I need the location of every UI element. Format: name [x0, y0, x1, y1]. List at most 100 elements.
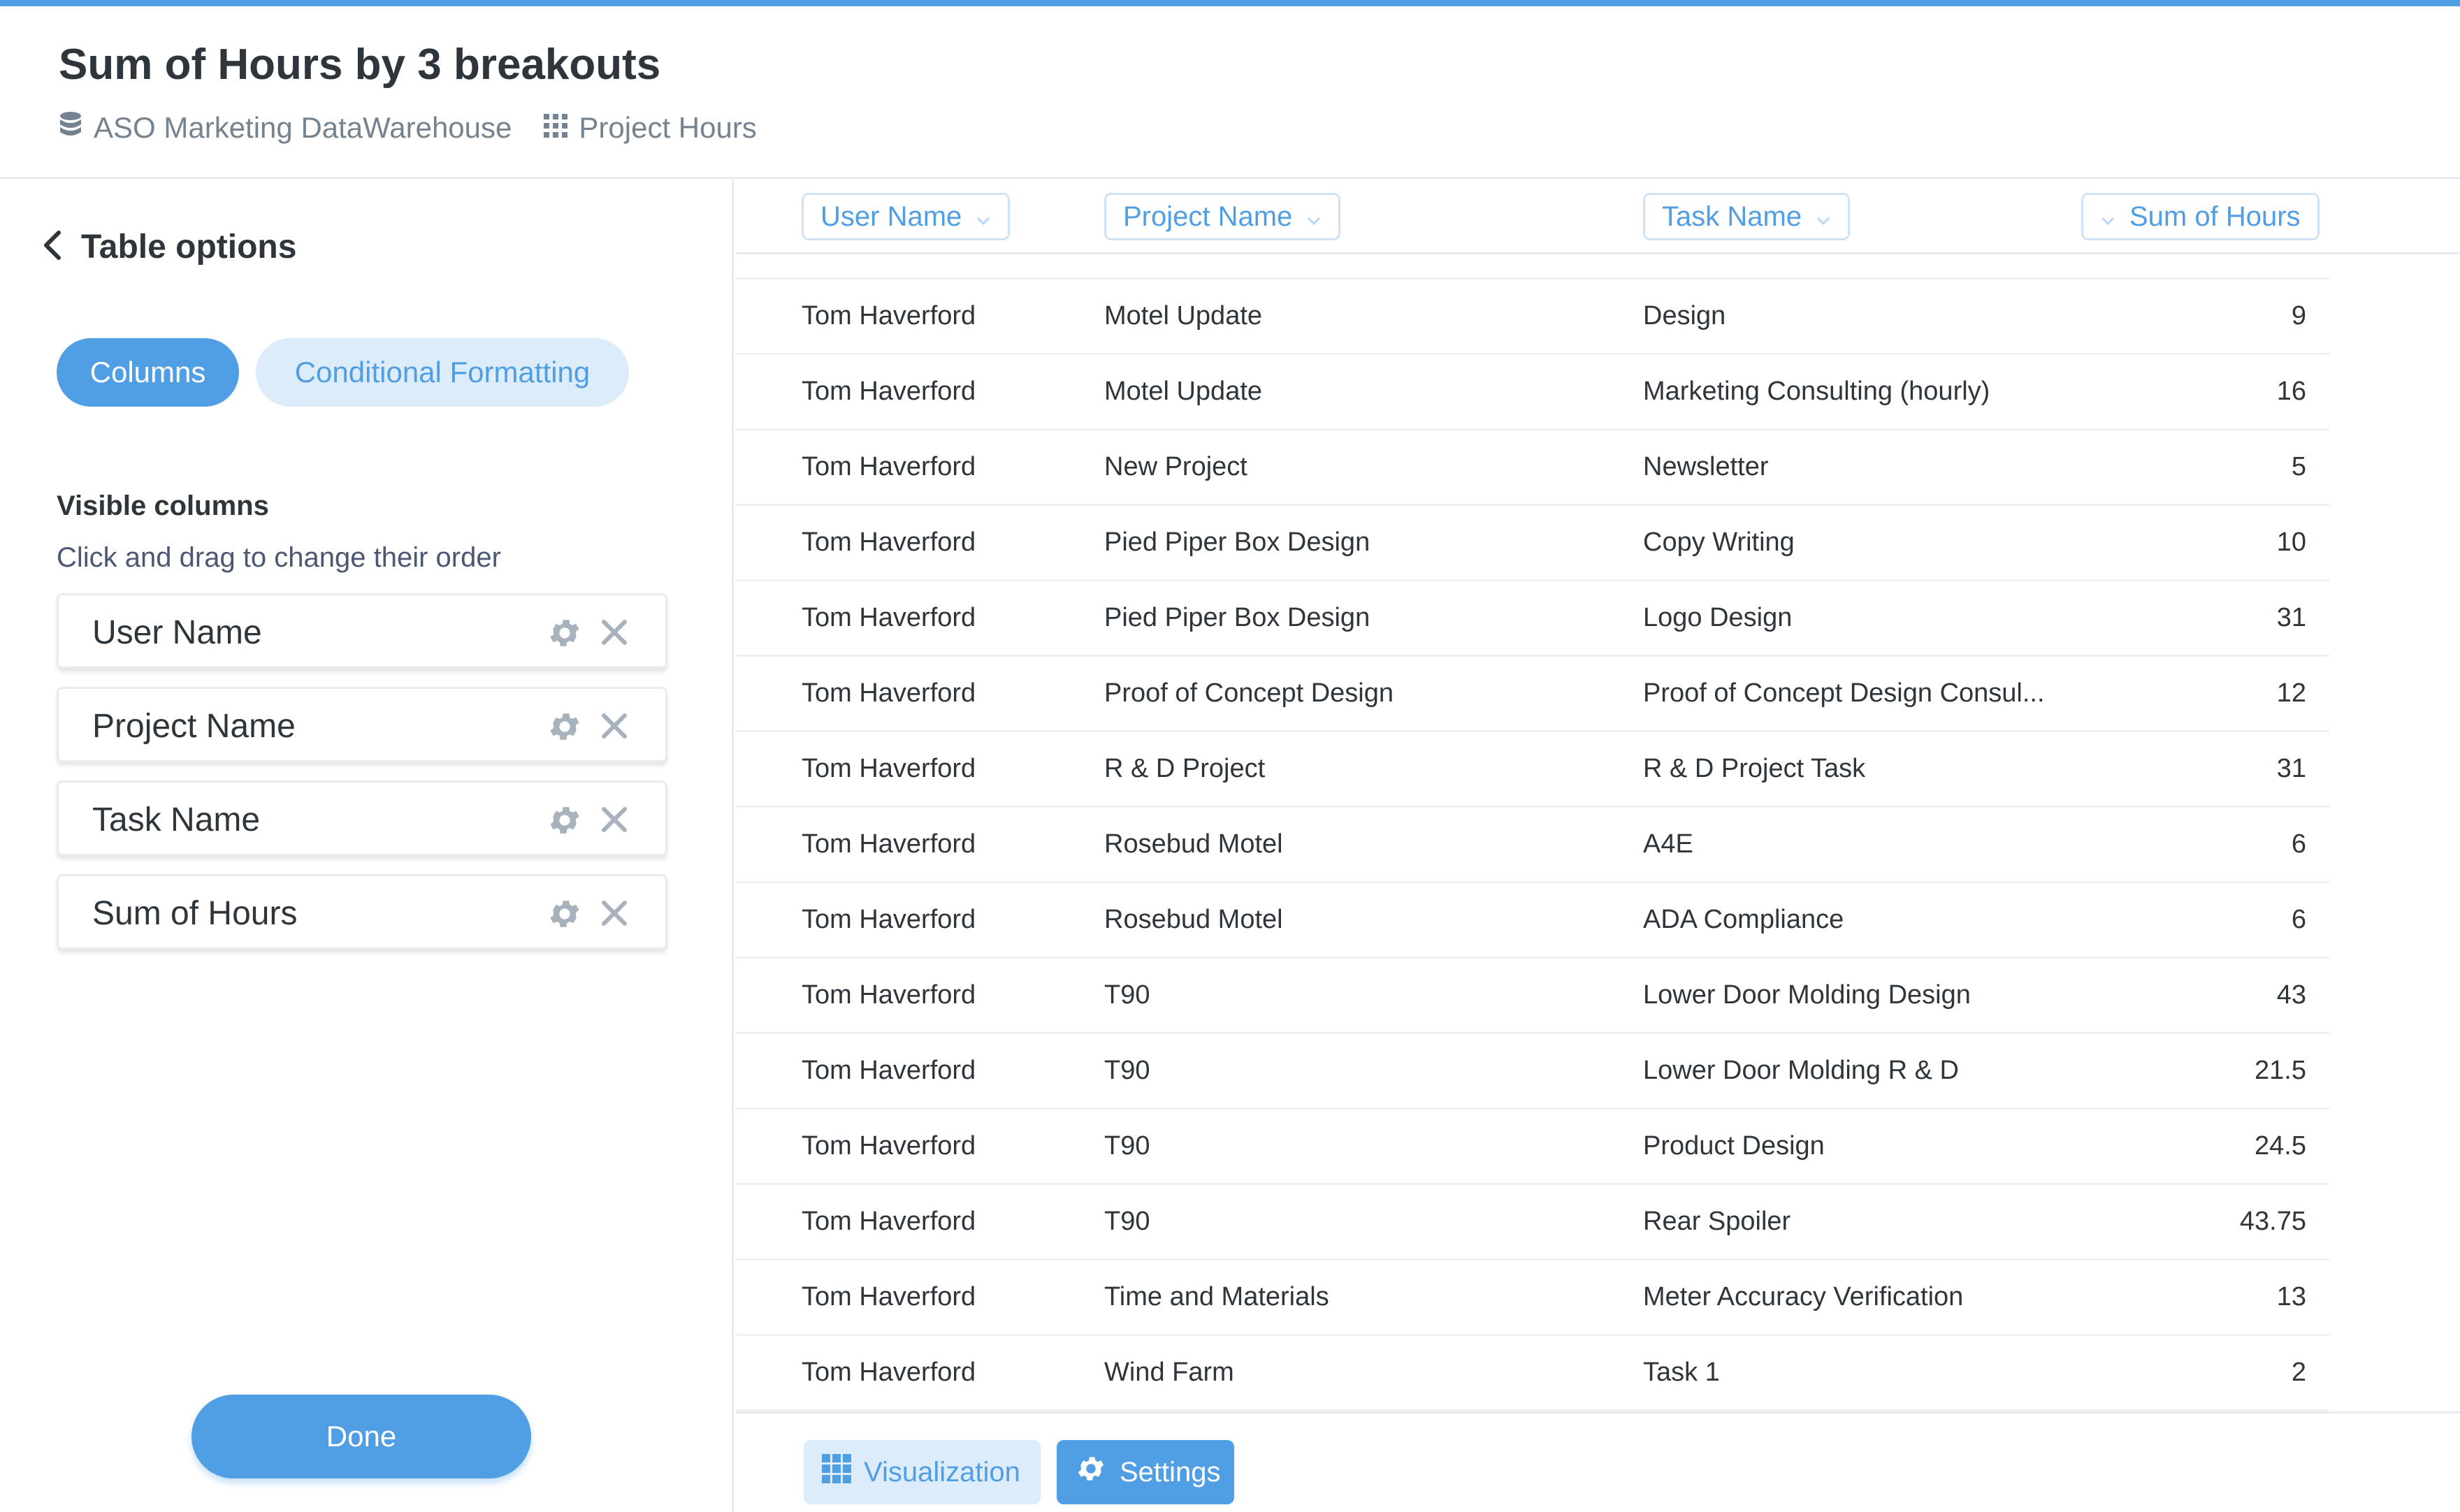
cell-task-name[interactable]: Rear Spoiler — [1643, 1185, 1790, 1258]
gear-icon[interactable] — [547, 615, 583, 655]
cell-user-name[interactable]: Tom Haverford — [802, 1260, 976, 1334]
column-header-user-name[interactable]: User Name — [802, 193, 1011, 240]
cell-task-name[interactable]: Newsletter — [1643, 430, 1769, 504]
cell-project-name[interactable]: New Project — [1104, 430, 1247, 504]
cell-task-name[interactable]: Lower Door Molding Design — [1643, 959, 1971, 1032]
cell-sum-of-hours[interactable]: 31 — [2277, 581, 2306, 655]
cell-sum-of-hours[interactable]: 16 — [2277, 355, 2306, 428]
cell-project-name[interactable]: Motel Update — [1104, 355, 1262, 428]
gear-icon[interactable] — [547, 896, 583, 936]
column-card-project-name[interactable]: Project Name — [57, 687, 667, 762]
cell-user-name[interactable]: Tom Haverford — [802, 1336, 976, 1409]
cell-task-name[interactable]: Task 1 — [1643, 1336, 1720, 1409]
cell-task-name[interactable]: Marketing Consulting (hourly) — [1643, 355, 1990, 428]
cell-sum-of-hours[interactable]: 21.5 — [2255, 1034, 2306, 1107]
cell-task-name[interactable]: Proof of Concept Design Consul... — [1643, 657, 2045, 730]
cell-project-name[interactable]: Pied Piper Box Design — [1104, 581, 1370, 655]
cell-sum-of-hours[interactable]: 43 — [2277, 959, 2306, 1032]
cell-task-name[interactable]: R & D Project Task — [1643, 732, 1865, 806]
breadcrumb-table[interactable]: Project Hours — [544, 111, 757, 145]
breadcrumb-table-label: Project Hours — [579, 111, 757, 144]
cell-sum-of-hours[interactable]: 24.5 — [2255, 1110, 2306, 1183]
table-row: Tom Haverford Proof of Concept Design Proo… — [736, 657, 2329, 732]
breadcrumb-database[interactable]: ASO Marketing DataWarehouse — [59, 111, 512, 145]
cell-task-name[interactable]: Logo Design — [1643, 581, 1792, 655]
table-row: Tom Haverford Wind Farm Task 1 2 — [736, 1336, 2329, 1411]
tab-conditional-formatting[interactable]: Conditional Formatting — [256, 338, 629, 407]
cell-task-name[interactable]: ADA Compliance — [1643, 883, 1844, 957]
cell-user-name[interactable]: Tom Haverford — [802, 506, 976, 579]
cell-user-name[interactable]: Tom Haverford — [802, 1034, 976, 1107]
cell-sum-of-hours[interactable]: 43.75 — [2240, 1185, 2306, 1258]
cell-sum-of-hours[interactable]: 6 — [2292, 808, 2306, 881]
cell-project-name[interactable]: T90 — [1104, 959, 1150, 1032]
cell-user-name[interactable]: Tom Haverford — [802, 883, 976, 957]
cell-user-name[interactable]: Tom Haverford — [802, 657, 976, 730]
column-card-task-name[interactable]: Task Name — [57, 780, 667, 856]
cell-user-name[interactable]: Tom Haverford — [802, 279, 976, 353]
cell-task-name[interactable]: Product Design — [1643, 1110, 1825, 1183]
breadcrumb-database-label: ASO Marketing DataWarehouse — [94, 111, 512, 144]
cell-user-name[interactable]: Tom Haverford — [802, 732, 976, 806]
cell-user-name[interactable]: Tom Haverford — [802, 808, 976, 881]
cell-project-name[interactable]: Wind Farm — [1104, 1336, 1234, 1409]
cell-sum-of-hours[interactable]: 31 — [2277, 732, 2306, 806]
done-button[interactable]: Done — [191, 1395, 531, 1478]
column-header-project-name[interactable]: Project Name — [1104, 193, 1341, 240]
back-button[interactable]: Table options — [42, 228, 296, 266]
cell-project-name[interactable]: T90 — [1104, 1110, 1150, 1183]
cell-sum-of-hours[interactable]: 5 — [2292, 430, 2306, 504]
cell-project-name[interactable]: Rosebud Motel — [1104, 883, 1283, 957]
cell-task-name[interactable]: Meter Accuracy Verification — [1643, 1260, 1963, 1334]
column-card-sum-of-hours[interactable]: Sum of Hours — [57, 874, 667, 950]
cell-task-name[interactable]: Lower Door Molding R & D — [1643, 1034, 1959, 1107]
page-header: Sum of Hours by 3 breakouts ASO Marketin… — [0, 6, 2460, 179]
settings-button[interactable]: Settings — [1057, 1440, 1234, 1504]
column-card-label: Task Name — [92, 801, 261, 838]
cell-user-name[interactable]: Tom Haverford — [802, 1185, 976, 1258]
table-row: Tom Haverford Pied Piper Box Design Logo D… — [736, 581, 2329, 657]
close-icon[interactable] — [600, 899, 629, 931]
column-header-sum-of-hours[interactable]: Sum of Hours — [2081, 193, 2320, 240]
gear-icon[interactable] — [547, 708, 583, 748]
cell-project-name[interactable]: Time and Materials — [1104, 1260, 1329, 1334]
cell-sum-of-hours[interactable]: 10 — [2277, 506, 2306, 579]
cell-project-name[interactable]: Proof of Concept Design — [1104, 657, 1394, 730]
column-card-label: Sum of Hours — [92, 895, 298, 932]
cell-project-name[interactable]: T90 — [1104, 1185, 1150, 1258]
cell-project-name[interactable]: R & D Project — [1104, 732, 1265, 806]
table-row: Tom Haverford Rosebud Motel A4E 6 — [736, 808, 2329, 883]
chevron-left-icon — [42, 230, 62, 264]
close-icon[interactable] — [600, 805, 629, 838]
tab-columns[interactable]: Columns — [57, 338, 239, 407]
gear-icon — [1075, 1453, 1120, 1492]
cell-project-name[interactable]: Pied Piper Box Design — [1104, 506, 1370, 579]
visualization-button[interactable]: Visualization — [804, 1440, 1041, 1504]
cell-user-name[interactable]: Tom Haverford — [802, 1110, 976, 1183]
cell-project-name[interactable]: Motel Update — [1104, 279, 1262, 353]
column-card-user-name[interactable]: User Name — [57, 593, 667, 669]
cell-task-name[interactable]: A4E — [1643, 808, 1693, 881]
column-header-task-name[interactable]: Task Name — [1643, 193, 1851, 240]
grid-icon — [822, 1454, 864, 1490]
cell-sum-of-hours[interactable]: 2 — [2292, 1336, 2306, 1409]
cell-sum-of-hours[interactable]: 13 — [2277, 1260, 2306, 1334]
cell-sum-of-hours[interactable]: 6 — [2292, 883, 2306, 957]
column-card-label: Project Name — [92, 708, 296, 745]
close-icon[interactable] — [600, 618, 629, 650]
cell-user-name[interactable]: Tom Haverford — [802, 355, 976, 428]
table-row: Tom Haverford T90 Product Design 24.5 — [736, 1110, 2329, 1185]
cell-sum-of-hours[interactable]: 9 — [2292, 279, 2306, 353]
cell-sum-of-hours[interactable]: 12 — [2277, 657, 2306, 730]
gear-icon[interactable] — [547, 802, 583, 842]
cell-task-name[interactable]: Design — [1643, 279, 1725, 353]
cell-project-name[interactable]: T90 — [1104, 1034, 1150, 1107]
cell-task-name[interactable]: Copy Writing — [1643, 506, 1795, 579]
cell-user-name[interactable]: Tom Haverford — [802, 959, 976, 1032]
column-header-label: Sum of Hours — [2129, 201, 2301, 232]
cell-project-name[interactable]: Rosebud Motel — [1104, 808, 1283, 881]
cell-user-name[interactable]: Tom Haverford — [802, 581, 976, 655]
cell-user-name[interactable]: Tom Haverford — [802, 430, 976, 504]
close-icon[interactable] — [600, 711, 629, 744]
chevron-down-icon — [1816, 201, 1831, 233]
